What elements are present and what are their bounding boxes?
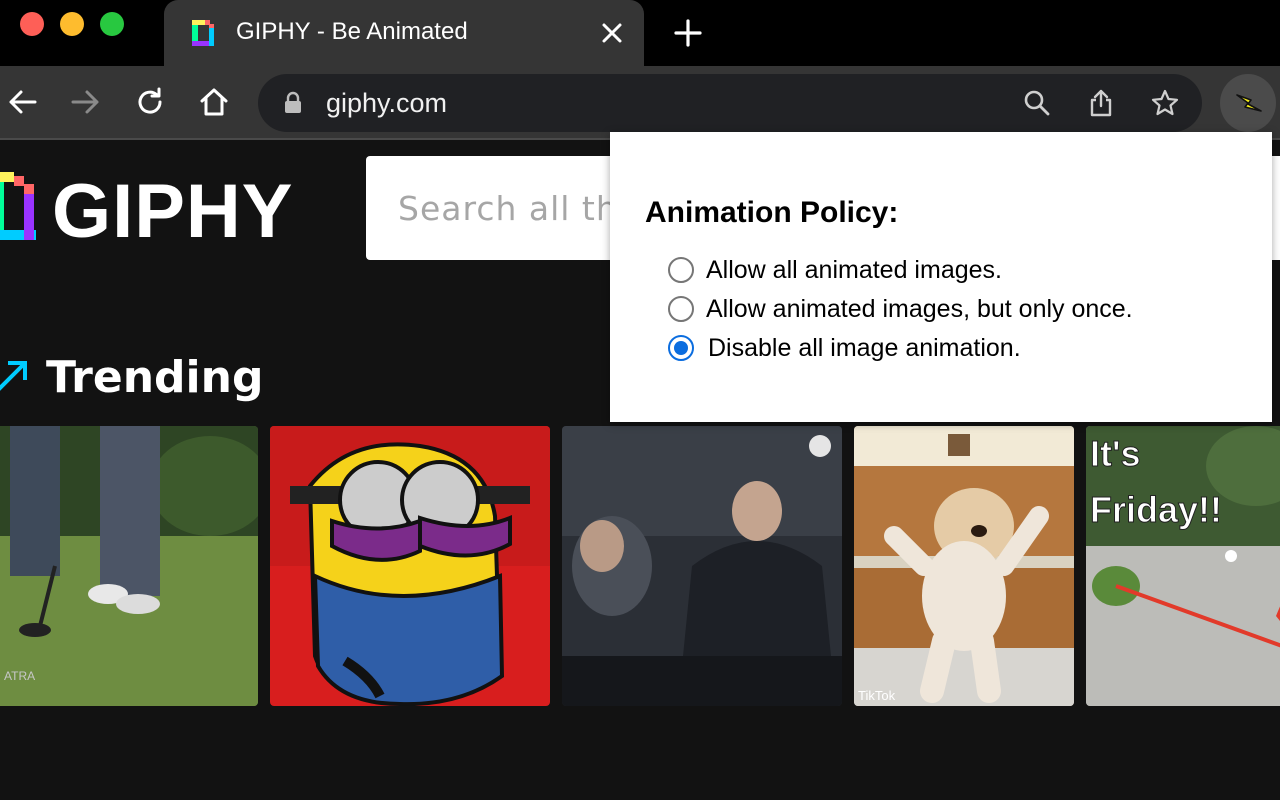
golf-gif-image: ATRA bbox=[0, 426, 258, 706]
back-arrow-icon[interactable] bbox=[4, 84, 40, 120]
option-allow-all[interactable]: Allow all animated images. bbox=[668, 254, 1002, 286]
browser-toolbar: giphy.com bbox=[0, 66, 1280, 140]
radio-allow-once[interactable] bbox=[668, 296, 694, 322]
friday-gif-image: It's Friday!! bbox=[1086, 426, 1280, 706]
new-tab-icon[interactable] bbox=[672, 17, 704, 49]
gif-watermark-text: TikTok bbox=[858, 688, 896, 703]
animation-policy-extension-button[interactable] bbox=[1220, 74, 1276, 132]
gif-watermark-text: ATRA bbox=[4, 669, 35, 683]
browser-tab-giphy[interactable]: GIPHY - Be Animated bbox=[164, 0, 644, 66]
giphy-logo-text[interactable]: GIPHY bbox=[52, 168, 294, 255]
gif-tile-teddy-bear[interactable]: TikTok bbox=[854, 426, 1074, 706]
close-tab-icon[interactable] bbox=[598, 19, 626, 47]
gif-tile-friday[interactable]: It's Friday!! bbox=[1086, 426, 1280, 706]
lightning-bolt-icon bbox=[1236, 94, 1262, 112]
bookmark-star-icon[interactable] bbox=[1150, 88, 1180, 118]
address-bar[interactable]: giphy.com bbox=[258, 74, 1202, 132]
giphy-logo-icon[interactable] bbox=[0, 172, 36, 244]
popup-title: Animation Policy: bbox=[645, 196, 899, 229]
option-disable-all[interactable]: Disable all image animation. bbox=[668, 332, 1021, 364]
radio-disable-all[interactable] bbox=[668, 335, 694, 361]
maximize-window-button[interactable] bbox=[100, 12, 124, 36]
close-window-button[interactable] bbox=[20, 12, 44, 36]
share-icon[interactable] bbox=[1086, 88, 1116, 118]
search-icon[interactable] bbox=[1022, 88, 1052, 118]
trending-arrow-icon bbox=[0, 361, 27, 391]
minimize-window-button[interactable] bbox=[60, 12, 84, 36]
option-label[interactable]: Allow all animated images. bbox=[706, 256, 1002, 285]
animation-policy-popup: Animation Policy: Allow all animated ima… bbox=[610, 132, 1272, 422]
giphy-favicon-icon bbox=[192, 20, 214, 46]
gif-tile-golf[interactable]: ATRA bbox=[0, 426, 258, 706]
minion-gif-image bbox=[270, 426, 550, 706]
tab-strip: GIPHY - Be Animated bbox=[0, 0, 1280, 66]
option-allow-once[interactable]: Allow animated images, but only once. bbox=[668, 293, 1133, 325]
stadium-gif-image bbox=[562, 426, 842, 706]
trending-title: Trending bbox=[46, 352, 264, 403]
home-icon[interactable] bbox=[196, 84, 232, 120]
radio-allow-all[interactable] bbox=[668, 257, 694, 283]
lock-icon[interactable] bbox=[282, 91, 304, 115]
option-label[interactable]: Allow animated images, but only once. bbox=[706, 295, 1133, 324]
reload-icon[interactable] bbox=[132, 84, 168, 120]
option-label[interactable]: Disable all image animation. bbox=[708, 334, 1021, 363]
teddy-bear-gif-image: TikTok bbox=[854, 426, 1074, 706]
url-text[interactable]: giphy.com bbox=[326, 88, 447, 119]
gif-tile-stadium[interactable] bbox=[562, 426, 842, 706]
tab-title: GIPHY - Be Animated bbox=[236, 18, 468, 45]
forward-arrow-icon[interactable] bbox=[68, 84, 104, 120]
gif-tile-minion[interactable] bbox=[270, 426, 550, 706]
